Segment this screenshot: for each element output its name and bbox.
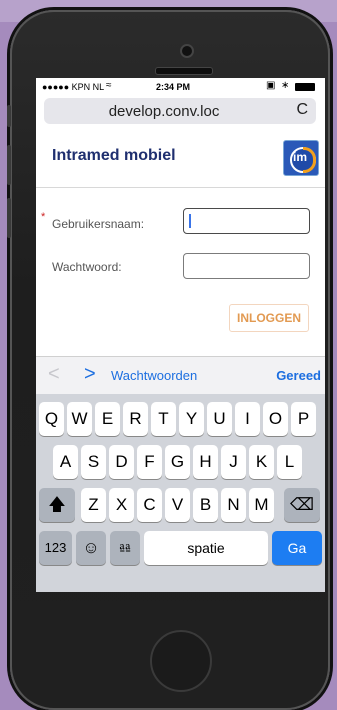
- emoji-key[interactable]: ☺: [76, 531, 106, 565]
- intramed-logo: im: [283, 140, 319, 176]
- key[interactable]: P: [291, 402, 316, 436]
- screen-mirroring-icon: ▣: [266, 80, 276, 91]
- previous-field-icon[interactable]: <: [48, 363, 60, 386]
- numbers-key[interactable]: 123: [39, 531, 72, 565]
- required-marker: *: [41, 211, 46, 223]
- keyboard-accessory-bar: < > Wachtwoorden Gereed: [36, 356, 325, 395]
- space-key[interactable]: spatie: [144, 531, 268, 565]
- key[interactable]: J: [221, 445, 246, 479]
- backspace-icon: ⌫: [289, 495, 315, 514]
- text-caret: [189, 214, 191, 228]
- front-camera: [180, 44, 194, 58]
- key[interactable]: F: [137, 445, 162, 479]
- done-button[interactable]: Gereed: [276, 368, 321, 383]
- address-bar[interactable]: develop.conv.loc C: [44, 98, 316, 124]
- key[interactable]: L: [277, 445, 302, 479]
- key[interactable]: Z: [81, 488, 106, 522]
- home-button[interactable]: [150, 630, 212, 692]
- key[interactable]: Q: [39, 402, 64, 436]
- key[interactable]: I: [235, 402, 260, 436]
- shift-icon: 🡅: [48, 495, 66, 514]
- status-bar: ●●●●● KPN NL ≈ 2:34 PM ▣ ∗: [36, 78, 325, 96]
- carrier-label: ●●●●● KPN NL: [42, 82, 105, 92]
- go-key[interactable]: Ga: [272, 531, 322, 565]
- key[interactable]: V: [165, 488, 190, 522]
- key[interactable]: K: [249, 445, 274, 479]
- app-header: Intramed mobiel im: [36, 130, 325, 188]
- key[interactable]: S: [81, 445, 106, 479]
- username-label: Gebruikersnaam:: [52, 217, 145, 231]
- key[interactable]: U: [207, 402, 232, 436]
- key[interactable]: G: [165, 445, 190, 479]
- logo-arc: [303, 147, 316, 173]
- username-field[interactable]: [183, 208, 310, 234]
- key[interactable]: R: [123, 402, 148, 436]
- mute-switch: [7, 105, 11, 127]
- password-field[interactable]: [183, 253, 310, 279]
- password-label: Wachtwoord:: [52, 260, 122, 274]
- next-field-icon[interactable]: >: [84, 363, 96, 386]
- key[interactable]: O: [263, 402, 288, 436]
- screen: ●●●●● KPN NL ≈ 2:34 PM ▣ ∗ develop.conv.…: [36, 78, 325, 592]
- key[interactable]: M: [249, 488, 274, 522]
- app-title: Intramed mobiel: [52, 147, 176, 164]
- volume-up-button: [7, 145, 11, 185]
- backspace-key[interactable]: ⌫: [284, 488, 320, 522]
- key[interactable]: N: [221, 488, 246, 522]
- reload-icon[interactable]: C: [296, 101, 308, 119]
- keyboard: Q W E R T Y U I O P A S D F G H J K L 🡅 …: [36, 394, 325, 592]
- key[interactable]: H: [193, 445, 218, 479]
- earpiece-speaker: [155, 67, 213, 75]
- wifi-icon: ≈: [106, 80, 112, 91]
- bluetooth-icon: ∗: [281, 80, 290, 91]
- volume-down-button: [7, 198, 11, 238]
- shift-key[interactable]: 🡅: [39, 488, 75, 522]
- url-text[interactable]: develop.conv.loc: [44, 103, 284, 120]
- microphone-icon: ⎂: [118, 538, 132, 557]
- key[interactable]: E: [95, 402, 120, 436]
- key[interactable]: D: [109, 445, 134, 479]
- passwords-button[interactable]: Wachtwoorden: [111, 368, 197, 383]
- key[interactable]: W: [67, 402, 92, 436]
- key[interactable]: C: [137, 488, 162, 522]
- time-label: 2:34 PM: [156, 82, 191, 92]
- battery-icon: [295, 83, 315, 91]
- emoji-icon: ☺: [82, 538, 100, 557]
- dictation-key[interactable]: ⎂: [110, 531, 140, 565]
- key[interactable]: X: [109, 488, 134, 522]
- key[interactable]: Y: [179, 402, 204, 436]
- key[interactable]: T: [151, 402, 176, 436]
- key[interactable]: B: [193, 488, 218, 522]
- login-button[interactable]: INLOGGEN: [229, 304, 309, 332]
- key[interactable]: A: [53, 445, 78, 479]
